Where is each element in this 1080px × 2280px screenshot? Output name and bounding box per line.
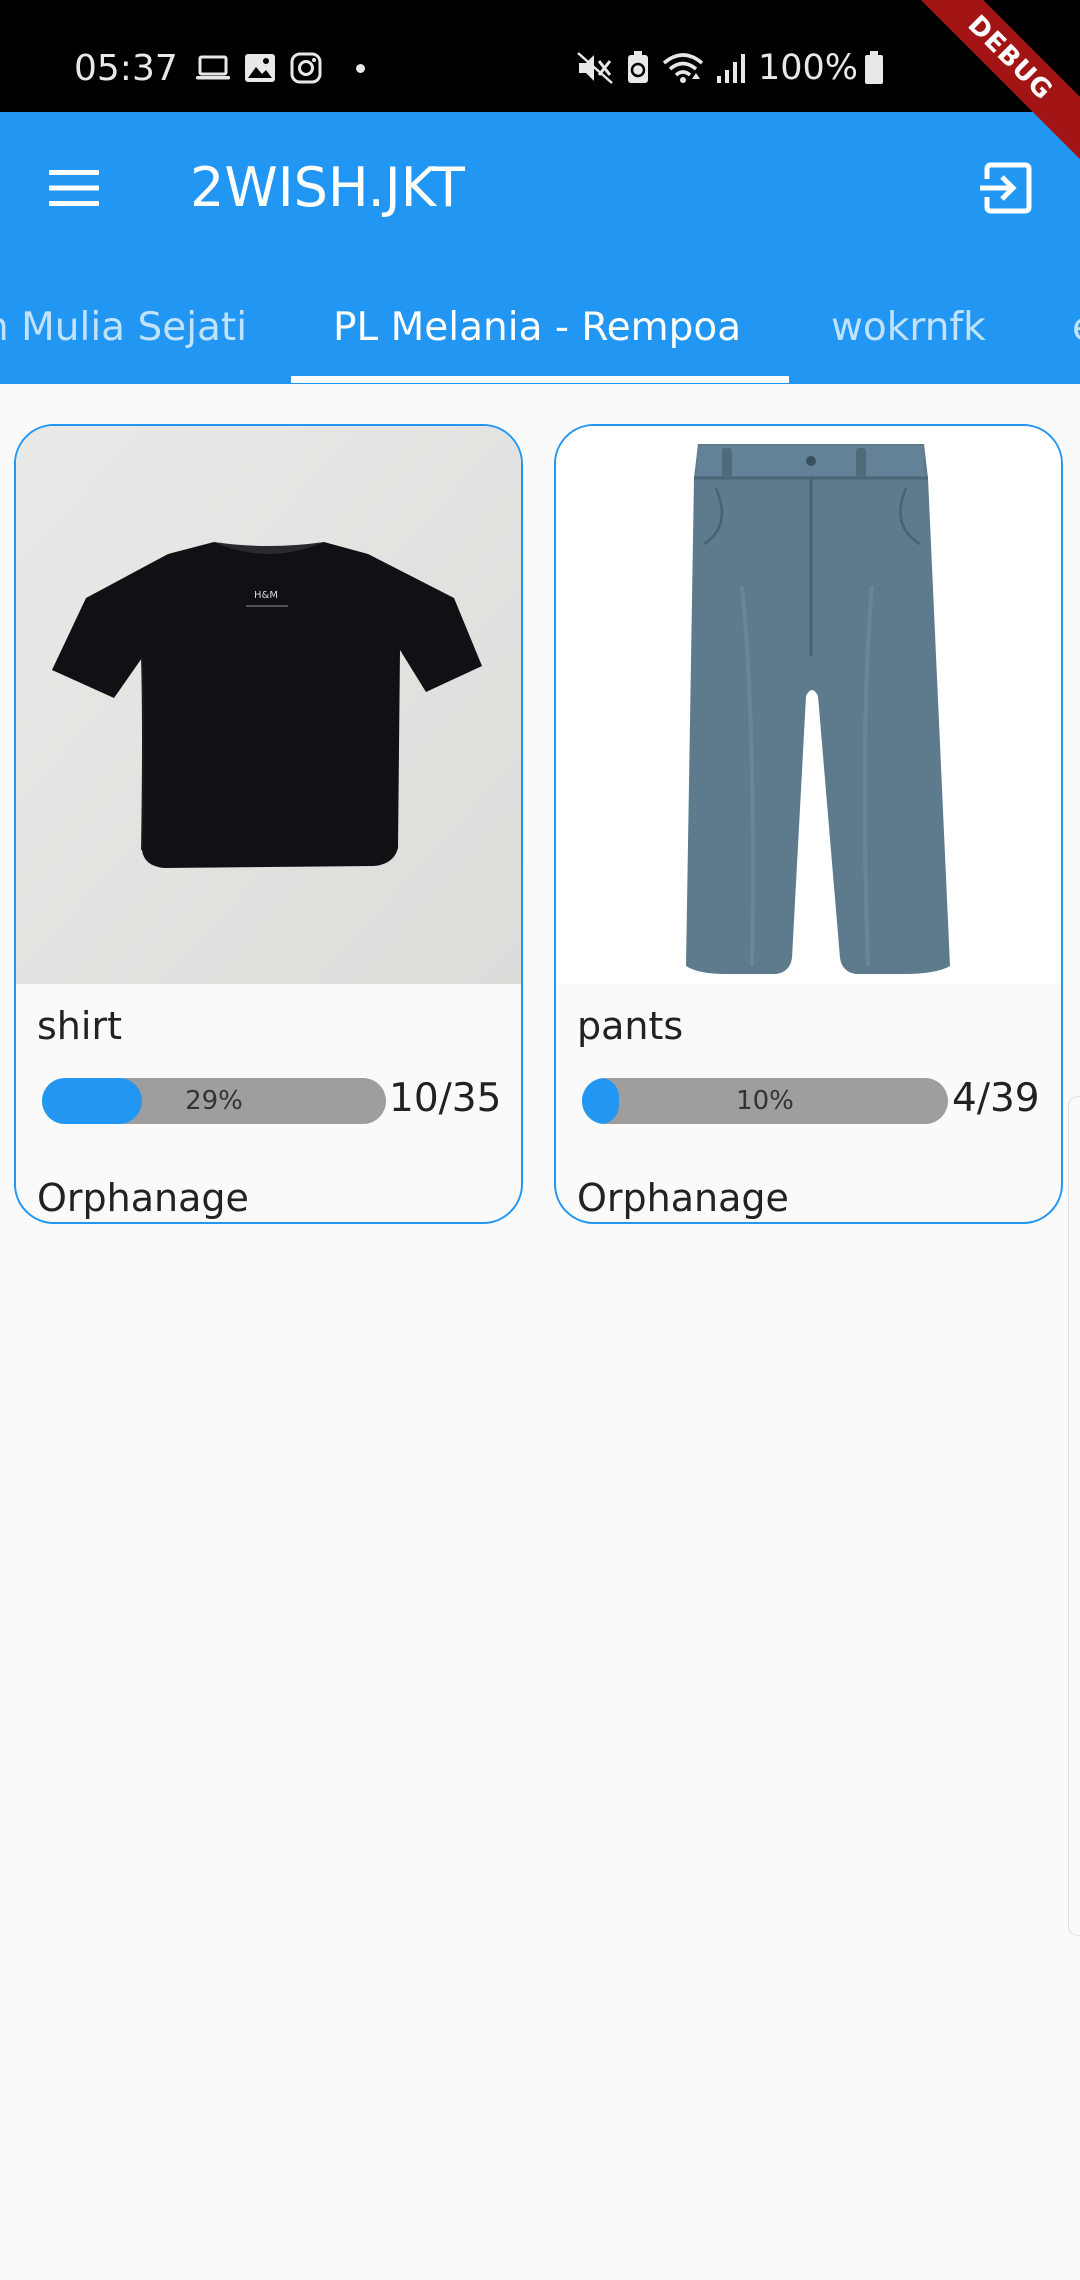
item-name: shirt [37, 1004, 122, 1048]
logout-button[interactable] [970, 152, 1042, 224]
scroll-edge [1068, 1096, 1080, 1936]
app-title: 2WISH.JKT [190, 156, 465, 219]
wifi-icon [662, 51, 704, 85]
progress-label: 29% [185, 1086, 243, 1116]
item-name: pants [577, 1004, 684, 1048]
gallery-icon [244, 53, 276, 83]
tab-rumah-mulia-sejati[interactable]: n Mulia Sejati [0, 280, 247, 376]
progress-label: 10% [736, 1086, 794, 1116]
black-tshirt-image: H&M [16, 426, 521, 984]
status-left-group: 05:37 [74, 44, 365, 92]
item-category: Orphanage [37, 1176, 249, 1220]
instagram-icon [290, 52, 322, 84]
progress-bar: 29% [42, 1078, 386, 1124]
grey-pants-image [556, 426, 1061, 984]
battery-saver-icon [626, 51, 650, 85]
menu-icon [49, 170, 99, 206]
tab-next[interactable]: e [1072, 280, 1080, 376]
item-category: Orphanage [577, 1176, 789, 1220]
progress-bar: 10% [582, 1078, 948, 1124]
item-count: 4/39 [952, 1076, 1040, 1121]
logout-icon [980, 162, 1032, 214]
app-bar: 2WISH.JKT n Mulia Sejati PL Melania - Re… [0, 112, 1080, 384]
status-bar: 05:37 100% [0, 0, 1080, 112]
laptop-icon [195, 54, 230, 82]
tab-bar: n Mulia Sejati PL Melania - Rempoa wokrn… [0, 280, 1080, 384]
battery-icon [864, 51, 884, 85]
menu-button[interactable] [38, 152, 110, 224]
tab-wokrnfk[interactable]: wokrnfk [831, 280, 986, 376]
signal-icon [716, 52, 746, 84]
status-time: 05:37 [74, 47, 178, 89]
battery-percent: 100% [757, 48, 858, 88]
tab-pl-melania-rempoa[interactable]: PL Melania - Rempoa [333, 280, 741, 376]
item-card-pants[interactable]: pants 10% 4/39 Orphanage [554, 424, 1063, 1224]
item-card-shirt[interactable]: H&M shirt 29% 10/35 Orphanage [14, 424, 523, 1224]
svg-text:H&M: H&M [254, 590, 278, 601]
item-count: 10/35 [389, 1076, 502, 1121]
tab-indicator [291, 376, 789, 383]
mute-icon [576, 51, 614, 85]
notification-dot-icon [355, 63, 365, 73]
status-right-group: 100% [576, 44, 896, 92]
